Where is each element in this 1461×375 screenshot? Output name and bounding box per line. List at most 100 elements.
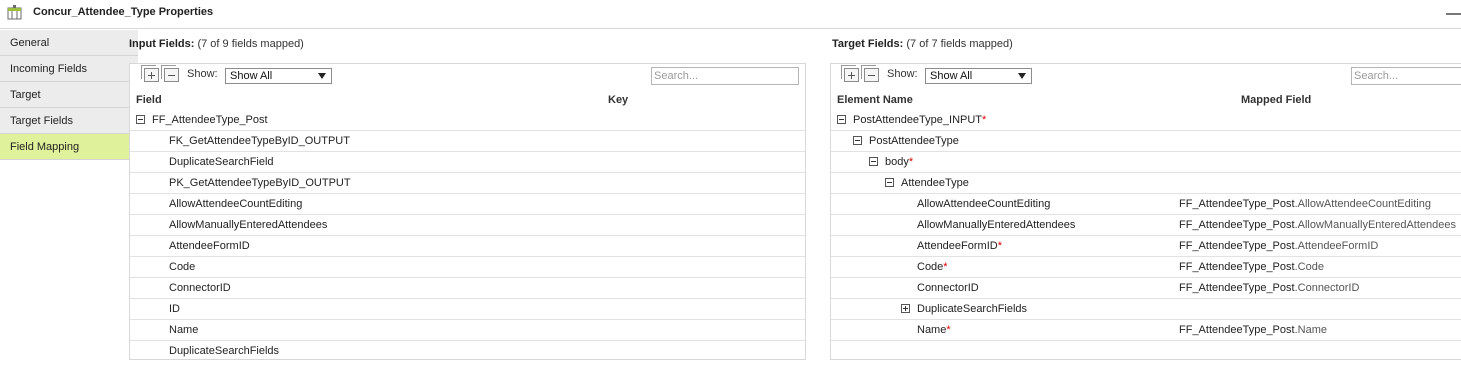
element-name: AllowAttendeeCountEditing [917,198,1051,210]
element-name: AllowManuallyEnteredAttendees [917,219,1076,231]
target-fields-grid: Show: Show All Element Name Mapped Field… [830,63,1461,360]
field-row[interactable]: Name [130,320,805,341]
field-name: Name [169,324,199,336]
field-row[interactable]: DuplicateSearchField [130,152,805,173]
field-name: AllowAttendeeCountEditing [169,198,303,210]
collapse-icon[interactable] [869,157,878,166]
collapse-icon[interactable] [853,136,862,145]
field-name: Code [169,261,196,273]
expand-all-button[interactable] [141,65,159,82]
tree-node-level1[interactable]: PostAttendeeType [831,131,1461,152]
node-label: PostAttendeeType_INPUT* [853,114,987,126]
nav-item-incoming-fields[interactable]: Incoming Fields [0,56,138,82]
table-icon [7,5,22,20]
nav-item-field-mapping[interactable]: Field Mapping [0,134,138,160]
required-marker: * [943,261,948,273]
target-fields-heading: Target Fields: (7 of 7 fields mapped) [832,38,1013,50]
show-filter-select[interactable]: Show All [225,68,332,84]
field-name: FK_GetAttendeeTypeByID_OUTPUT [169,135,350,147]
show-filter-value: Show All [930,70,973,82]
dropdown-arrow-icon [1018,73,1026,79]
collapse-icon[interactable] [136,115,145,124]
field-name: AllowManuallyEnteredAttendees [169,219,328,231]
dropdown-arrow-icon [318,73,326,79]
element-name: DuplicateSearchFields [917,303,1028,315]
input-fields-summary: (7 of 9 fields mapped) [197,38,304,50]
target-toolbar: Show: Show All [831,64,1461,88]
minimize-button[interactable] [1446,13,1461,15]
node-label: AttendeeType [901,177,969,189]
nav-item-target-fields[interactable]: Target Fields [0,108,138,134]
expand-all-button[interactable] [841,65,859,82]
nav-item-target[interactable]: Target [0,82,138,108]
title-bar: Concur_Attendee_Type Properties [0,0,1461,29]
expand-icon[interactable] [901,304,910,313]
mapped-field[interactable]: FF_AttendeeType_Post.AllowAttendeeCountE… [1179,198,1431,210]
required-marker: * [908,156,914,168]
target-fields-label: Target Fields: [832,38,904,50]
target-element-row[interactable]: Code* FF_AttendeeType_Post.Code [831,257,1461,278]
target-element-row[interactable]: DuplicateSearchFields [831,299,1461,320]
field-row[interactable]: AllowAttendeeCountEditing [130,194,805,215]
field-row[interactable]: Code [130,257,805,278]
node-label: body* [885,156,914,168]
field-name: PK_GetAttendeeTypeByID_OUTPUT [169,177,351,189]
tree-node-root[interactable]: PostAttendeeType_INPUT* [831,110,1461,131]
field-name: ConnectorID [169,282,231,294]
node-label: PostAttendeeType [869,135,959,147]
field-row[interactable]: ID [130,299,805,320]
input-fields-label: Input Fields: [129,38,195,50]
tree-node-root[interactable]: FF_AttendeeType_Post [130,110,805,131]
window-title: Concur_Attendee_Type Properties [33,6,214,18]
element-name: ConnectorID [917,282,979,294]
field-row[interactable]: ConnectorID [130,278,805,299]
column-header-mapped-field: Mapped Field [1241,94,1312,106]
field-row[interactable]: FK_GetAttendeeTypeByID_OUTPUT [130,131,805,152]
mapped-field[interactable]: FF_AttendeeType_Post.Name [1179,324,1327,336]
target-fields-summary: (7 of 7 fields mapped) [906,38,1013,50]
target-element-row[interactable]: AllowManuallyEnteredAttendees FF_Attende… [831,215,1461,236]
input-search-field[interactable] [651,67,799,85]
collapse-icon[interactable] [885,178,894,187]
collapse-icon[interactable] [837,115,846,124]
required-marker: * [982,114,987,126]
column-header-element-name: Element Name [837,94,913,106]
column-header-key: Key [608,94,629,106]
mapped-field[interactable]: FF_AttendeeType_Post.AttendeeFormID [1179,240,1378,252]
collapse-all-button[interactable] [161,65,179,82]
target-element-row[interactable]: AllowAttendeeCountEditing FF_AttendeeTyp… [831,194,1461,215]
mapped-field[interactable]: FF_AttendeeType_Post.Code [1179,261,1324,273]
node-label: FF_AttendeeType_Post [152,114,268,126]
input-toolbar: Show: Show All [130,64,805,88]
field-name: ID [169,303,180,315]
element-name: AttendeeFormID* [917,240,1002,252]
mapped-field[interactable]: FF_AttendeeType_Post.ConnectorID [1179,282,1359,294]
show-label: Show: [187,68,218,80]
show-filter-value: Show All [230,70,273,82]
target-element-row[interactable]: AttendeeFormID* FF_AttendeeType_Post.Att… [831,236,1461,257]
input-fields-grid: Show: Show All Field Key FF_AttendeeType… [129,63,806,360]
show-filter-select[interactable]: Show All [925,68,1032,84]
element-name: Code* [917,261,948,273]
tree-node-level3[interactable]: AttendeeType [831,173,1461,194]
required-marker: * [997,240,1002,252]
nav-item-general[interactable]: General [0,30,138,56]
field-row[interactable]: PK_GetAttendeeTypeByID_OUTPUT [130,173,805,194]
properties-nav: General Incoming Fields Target Target Fi… [0,30,138,160]
field-name: DuplicateSearchField [169,156,274,168]
target-element-row[interactable]: Name* FF_AttendeeType_Post.Name [831,320,1461,341]
field-row[interactable]: AttendeeFormID [130,236,805,257]
target-element-row[interactable]: ConnectorID FF_AttendeeType_Post.Connect… [831,278,1461,299]
required-marker: * [946,324,951,336]
tree-node-level2[interactable]: body* [831,152,1461,173]
field-name: AttendeeFormID [169,240,250,252]
input-fields-heading: Input Fields: (7 of 9 fields mapped) [129,38,304,50]
collapse-all-button[interactable] [861,65,879,82]
field-row[interactable]: DuplicateSearchFields [130,341,805,362]
column-header-field: Field [136,94,162,106]
field-row[interactable]: AllowManuallyEnteredAttendees [130,215,805,236]
field-name: DuplicateSearchFields [169,345,280,357]
show-label: Show: [887,68,918,80]
target-search-field[interactable] [1351,67,1461,85]
mapped-field[interactable]: FF_AttendeeType_Post.AllowManuallyEntere… [1179,219,1456,231]
